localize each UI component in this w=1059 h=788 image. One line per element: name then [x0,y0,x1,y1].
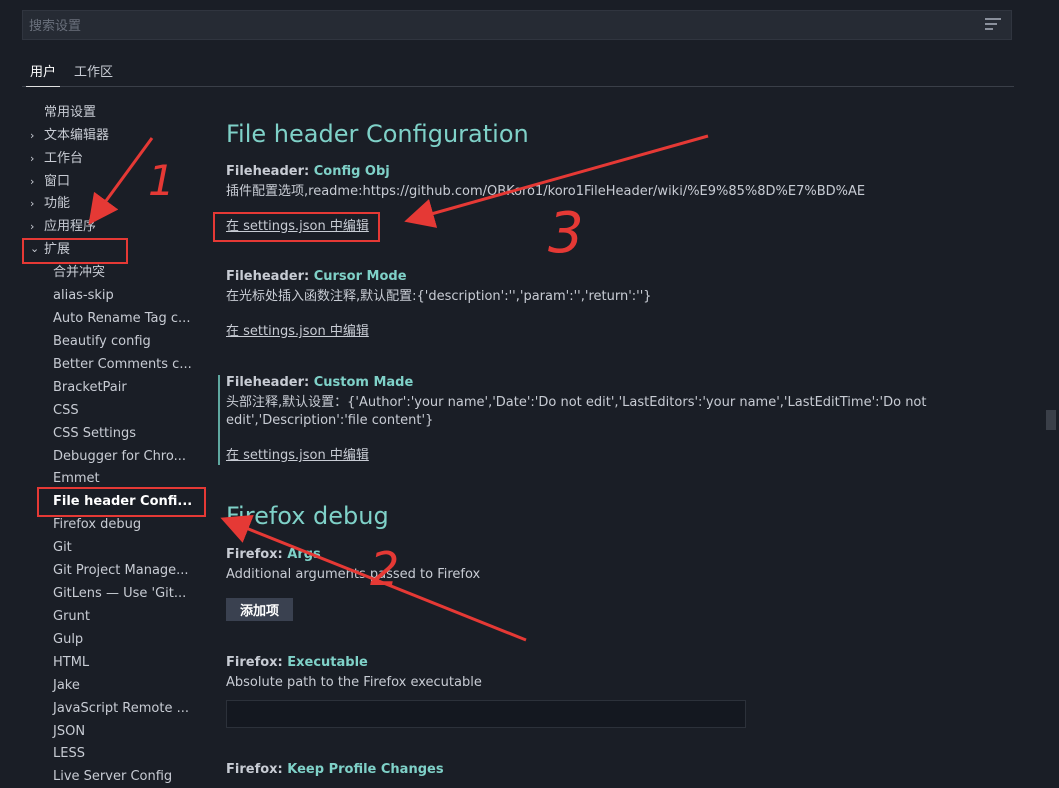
setting-description: 在光标处插入函数注释,默认配置:{'description':'','param… [226,289,652,304]
chevron-right-icon[interactable]: › [30,148,40,170]
edit-in-settings-json-link[interactable]: 在 settings.json 中编辑 [226,320,369,339]
add-item-button[interactable]: 添加项 [226,598,294,621]
setting-keep-profile-changes: Firefox: Keep Profile Changes [218,762,1026,777]
settings-scope-tabs: 用户 工作区 [22,56,1014,87]
chevron-right-icon[interactable]: › [30,193,40,215]
toc-item-alias-skip[interactable]: alias-skip [53,285,114,307]
tab-workspace[interactable]: 工作区 [70,61,117,86]
setting-title: Firefox: Executable [226,655,368,670]
annotation-box-extensions [22,238,128,264]
toc-item-less[interactable]: LESS [53,743,85,765]
toc-item-window[interactable]: 窗口 [44,171,70,193]
toc-item-git-project-manager[interactable]: Git Project Manage... [53,560,189,582]
toc-item-javascript-remote[interactable]: JavaScript Remote ... [53,698,189,720]
toc-item-better-comments[interactable]: Better Comments c... [53,354,192,376]
scrollbar-thumb[interactable] [1046,410,1056,430]
toc-item-merge-conflict[interactable]: 合并冲突 [53,262,105,284]
toc-item-auto-rename-tag[interactable]: Auto Rename Tag c... [53,308,190,330]
setting-description: 头部注释,默认设置：{'Author':'your name','Date':'… [226,395,927,428]
setting-title: Fileheader: Config Obj [226,164,390,179]
chevron-right-icon[interactable]: › [30,216,40,238]
setting-description: Absolute path to the Firefox executable [226,675,482,690]
toc-item-html[interactable]: HTML [53,652,89,674]
toc-item-features[interactable]: 功能 [44,193,70,215]
edit-in-settings-json-link[interactable]: 在 settings.json 中编辑 [226,444,369,463]
setting-custom-made: Fileheader: Custom Made 头部注释,默认设置：{'Auth… [218,375,1026,465]
toc-item-bracketpair[interactable]: BracketPair [53,377,127,399]
toc-item-text-editor[interactable]: 文本编辑器 [44,125,109,147]
annotation-box-file-header [37,487,206,517]
toc-item-gulp[interactable]: Gulp [53,629,83,651]
toc-item-jake[interactable]: Jake [53,675,80,697]
chevron-right-icon[interactable]: › [30,125,40,147]
toc-item-grunt[interactable]: Grunt [53,606,90,628]
toc-item-workbench[interactable]: 工作台 [44,148,83,170]
toc-item-css[interactable]: CSS [53,400,79,422]
setting-firefox-args: Firefox: Args Additional arguments passe… [218,547,1026,621]
settings-search-input[interactable] [23,11,981,41]
section-title-firefox-debug: Firefox debug [226,502,389,530]
toc-item-css-settings[interactable]: CSS Settings [53,423,136,445]
toc-item-gitlens[interactable]: GitLens — Use 'Git... [53,583,186,605]
toc-item-live-server[interactable]: Live Server Config [53,766,172,788]
section-title-file-header: File header Configuration [226,120,529,148]
toc-item-application[interactable]: 应用程序 [44,216,96,238]
filter-icon[interactable] [985,18,1001,32]
tab-user[interactable]: 用户 [26,61,61,87]
setting-firefox-executable: Firefox: Executable Absolute path to the… [218,655,1026,728]
toc-item-git[interactable]: Git [53,537,72,559]
setting-title: Firefox: Keep Profile Changes [226,762,444,777]
toc-item-firefox-debug[interactable]: Firefox debug [53,514,141,536]
setting-description: Additional arguments passed to Firefox [226,567,481,582]
setting-cursor-mode: Fileheader: Cursor Mode 在光标处插入函数注释,默认配置:… [218,269,1026,339]
setting-description: 插件配置选项,readme:https://github.com/OBKoro1… [226,184,866,199]
toc-item-json[interactable]: JSON [53,721,85,743]
settings-toc: 常用设置 › 文本编辑器 › 工作台 › 窗口 › 功能 › 应用程序 ⌄ 扩展… [22,100,202,788]
toc-item-common[interactable]: 常用设置 [44,102,96,124]
annotation-box-edit-link [213,212,380,242]
settings-search-box[interactable] [22,10,1012,41]
chevron-right-icon[interactable]: › [30,171,40,193]
executable-path-input[interactable] [226,700,746,728]
setting-title: Firefox: Args [226,547,321,562]
toc-item-beautify[interactable]: Beautify config [53,331,151,353]
setting-title: Fileheader: Cursor Mode [226,269,407,284]
setting-title: Fileheader: Custom Made [226,375,414,390]
settings-content: File header Configuration Fileheader: Co… [210,100,1040,788]
toc-item-debugger-chrome[interactable]: Debugger for Chro... [53,446,186,468]
